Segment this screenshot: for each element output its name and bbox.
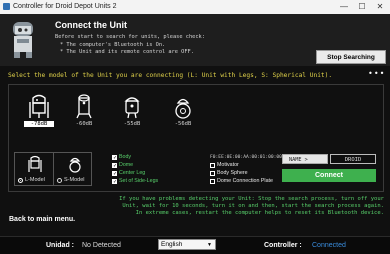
unidad-status: No Detected — [82, 242, 121, 249]
part-dome-plate-label: Dome Connection Plate — [217, 178, 273, 184]
unit-signal-4: -56dB — [174, 121, 192, 127]
droid-cylinder-icon — [76, 94, 92, 119]
check-unit-off: * The Unit and its remote control are OF… — [60, 49, 194, 55]
part-body-label: Body — [119, 154, 132, 160]
controller-label: Controller : — [264, 242, 302, 249]
language-value: English — [161, 241, 183, 248]
device-address: F0:EE:0E:00:AA:00:01:00:00:00 — [210, 155, 291, 160]
droid-sphere-icon — [175, 98, 191, 119]
s-model-radio-dot — [57, 177, 62, 183]
help-line-3: In extreme cases, restart the computer h… — [135, 210, 384, 216]
part-body-sphere-label: Body Sphere — [217, 170, 248, 176]
part-side-legs-checkbox[interactable]: ✓ Set of Side-Legs — [112, 178, 158, 184]
part-dome-plate-checkbox[interactable]: Dome Connection Plate — [210, 178, 273, 184]
part-center-leg-checkbox[interactable]: ✓ Center Leg — [112, 170, 145, 176]
close-button[interactable]: ✕ — [372, 1, 388, 12]
s-model-label: S-Model — [64, 177, 85, 183]
chevron-down-icon: ▼ — [207, 242, 212, 248]
minimize-button[interactable]: — — [336, 1, 352, 12]
unit-option-4[interactable]: -56dB — [168, 94, 198, 127]
unit-signal-1: -78dB — [24, 121, 54, 127]
l-model-radio-dot — [18, 177, 23, 183]
checkbox-checked-icon: ✓ — [112, 154, 118, 161]
connect-button[interactable]: Connect — [282, 169, 376, 182]
part-dome-label: Dome — [119, 162, 134, 168]
main-content: Connect the Unit Before start to search … — [0, 14, 390, 236]
status-bar: Unidad : No Detected English ▼ Controlle… — [0, 236, 390, 254]
help-line-2: Unit, wait for 10 seconds, turn it on an… — [122, 203, 384, 209]
s-model-icon — [69, 157, 81, 173]
window-title: Controller for Droid Depot Units 2 — [13, 3, 117, 10]
name-button[interactable]: NAME > — [282, 154, 328, 164]
part-center-leg-label: Center Leg — [119, 170, 146, 176]
window-titlebar: Controller for Droid Depot Units 2 — ☐ ✕ — [0, 0, 390, 14]
checkbox-checked-icon: ✓ — [112, 178, 118, 185]
controller-status: Connected — [312, 242, 346, 249]
checkbox-empty-icon — [210, 162, 215, 168]
part-body-sphere-checkbox[interactable]: Body Sphere — [210, 170, 248, 176]
select-model-prompt: Select the model of the Unit you are con… — [8, 72, 333, 79]
droid-dome-icon — [124, 97, 140, 119]
part-dome-checkbox[interactable]: ✓ Dome — [112, 162, 133, 168]
app-icon — [3, 3, 10, 10]
model-selector: L-Model S-Model — [14, 152, 92, 186]
help-line-1: If you have problems detecting your Unit… — [119, 196, 384, 202]
unit-option-1[interactable]: -78dB — [24, 94, 54, 127]
stop-searching-button[interactable]: Stop Searching — [316, 50, 386, 64]
l-model-icon — [28, 155, 42, 172]
checkbox-checked-icon: ✓ — [112, 162, 118, 169]
unit-option-2[interactable]: -60dB — [69, 94, 99, 127]
droid-legs-icon — [29, 94, 49, 118]
l-model-label: L-Model — [25, 177, 45, 183]
language-select[interactable]: English ▼ — [158, 239, 216, 250]
droid-name-field[interactable]: DROID — [330, 154, 376, 164]
unidad-label: Unidad : — [46, 242, 74, 249]
checkbox-checked-icon: ✓ — [112, 170, 118, 177]
back-to-main-menu-link[interactable]: Back to main menu. — [9, 216, 75, 223]
troubleshooting-help: If you have problems detecting your Unit… — [100, 196, 384, 217]
instructions-text: Before start to search for units, please… — [55, 34, 205, 40]
unit-signal-3: -55dB — [123, 121, 141, 127]
checkbox-empty-icon — [210, 178, 215, 184]
unit-option-3[interactable]: -55dB — [117, 94, 147, 127]
part-side-legs-label: Set of Side-Legs — [119, 178, 159, 184]
droid-robot-icon — [13, 22, 33, 58]
unit-signal-2: -60dB — [75, 121, 93, 127]
window-controls: — ☐ ✕ — [336, 1, 388, 12]
more-options-icon[interactable]: ••• — [368, 69, 385, 78]
check-bluetooth: * The computer's Bluetooth is On. — [60, 42, 166, 48]
connect-header: Connect the Unit Before start to search … — [0, 14, 390, 66]
checkbox-empty-icon — [210, 170, 215, 176]
model-divider — [53, 153, 54, 185]
part-motivator-checkbox[interactable]: Motivator — [210, 162, 239, 168]
connect-title: Connect the Unit — [55, 20, 127, 30]
l-model-radio[interactable]: L-Model — [18, 177, 45, 183]
part-body-checkbox[interactable]: ✓ Body — [112, 154, 131, 160]
maximize-button[interactable]: ☐ — [354, 1, 370, 12]
s-model-radio[interactable]: S-Model — [57, 177, 84, 183]
part-motivator-label: Motivator — [217, 162, 239, 168]
